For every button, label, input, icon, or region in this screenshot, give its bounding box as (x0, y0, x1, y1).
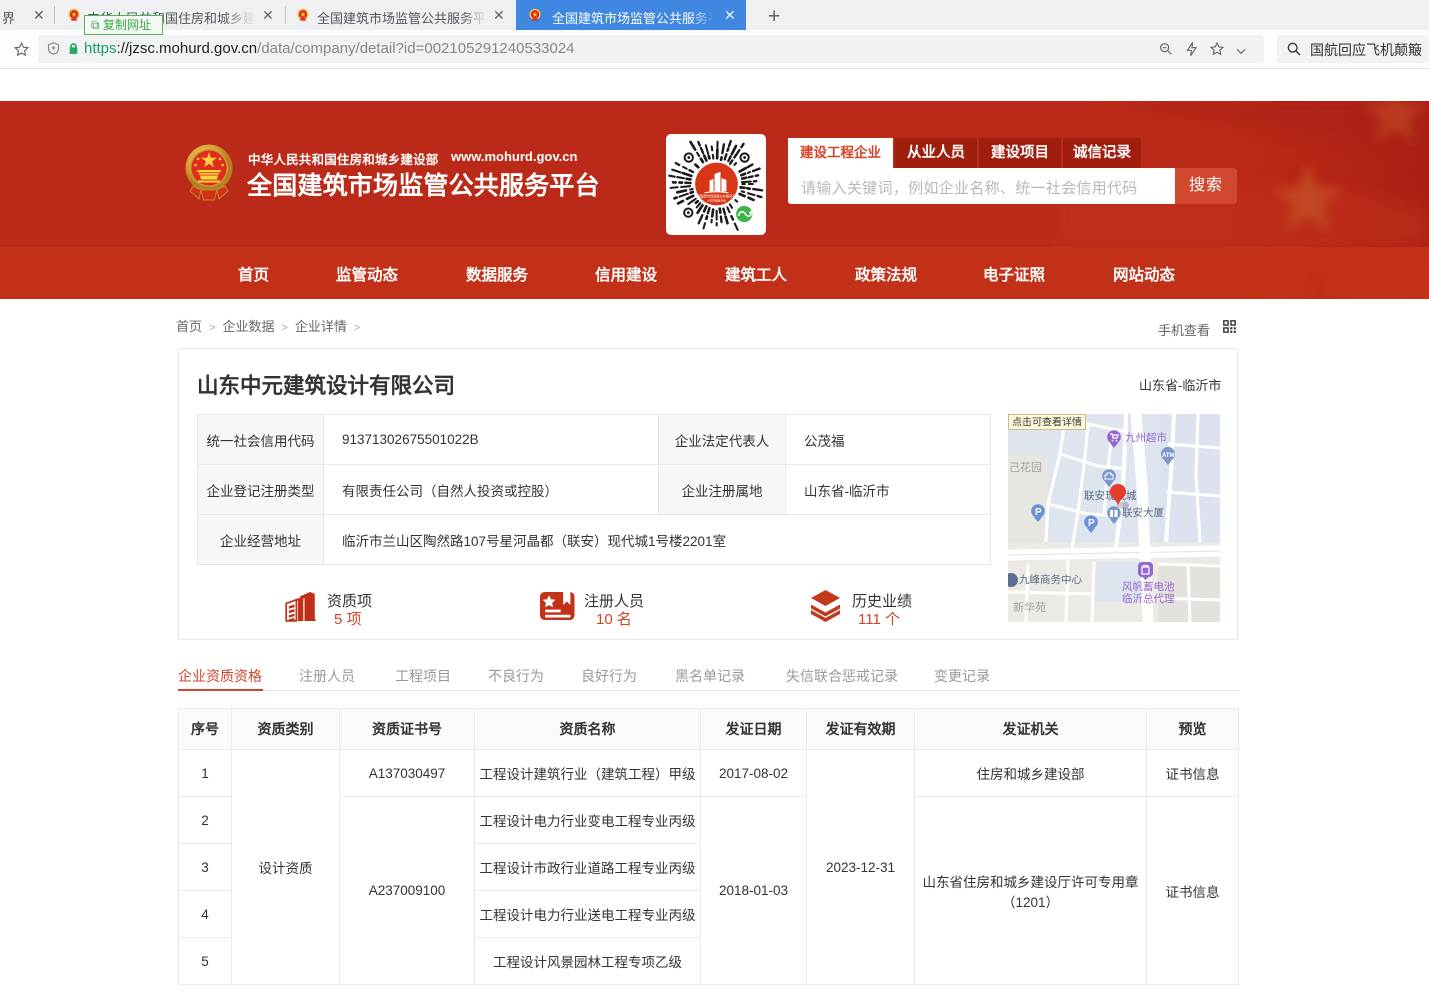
svg-text:九峰商务中心: 九峰商务中心 (1019, 573, 1082, 586)
svg-text:ATM: ATM (1162, 453, 1175, 459)
svg-text:P: P (1088, 518, 1095, 529)
svg-text:己花园: 己花园 (1009, 461, 1042, 474)
svg-text:风帆蓄电池: 风帆蓄电池 (1122, 580, 1175, 593)
svg-text:点击可查看详情: 点击可查看详情 (1012, 416, 1082, 429)
svg-text:九州超市: 九州超市 (1125, 431, 1167, 444)
svg-text:临沂总代理: 临沂总代理 (1122, 592, 1175, 605)
svg-text:P: P (1035, 507, 1042, 518)
svg-text:联安大厦: 联安大厦 (1122, 506, 1164, 519)
svg-text:新华苑: 新华苑 (1013, 600, 1046, 614)
